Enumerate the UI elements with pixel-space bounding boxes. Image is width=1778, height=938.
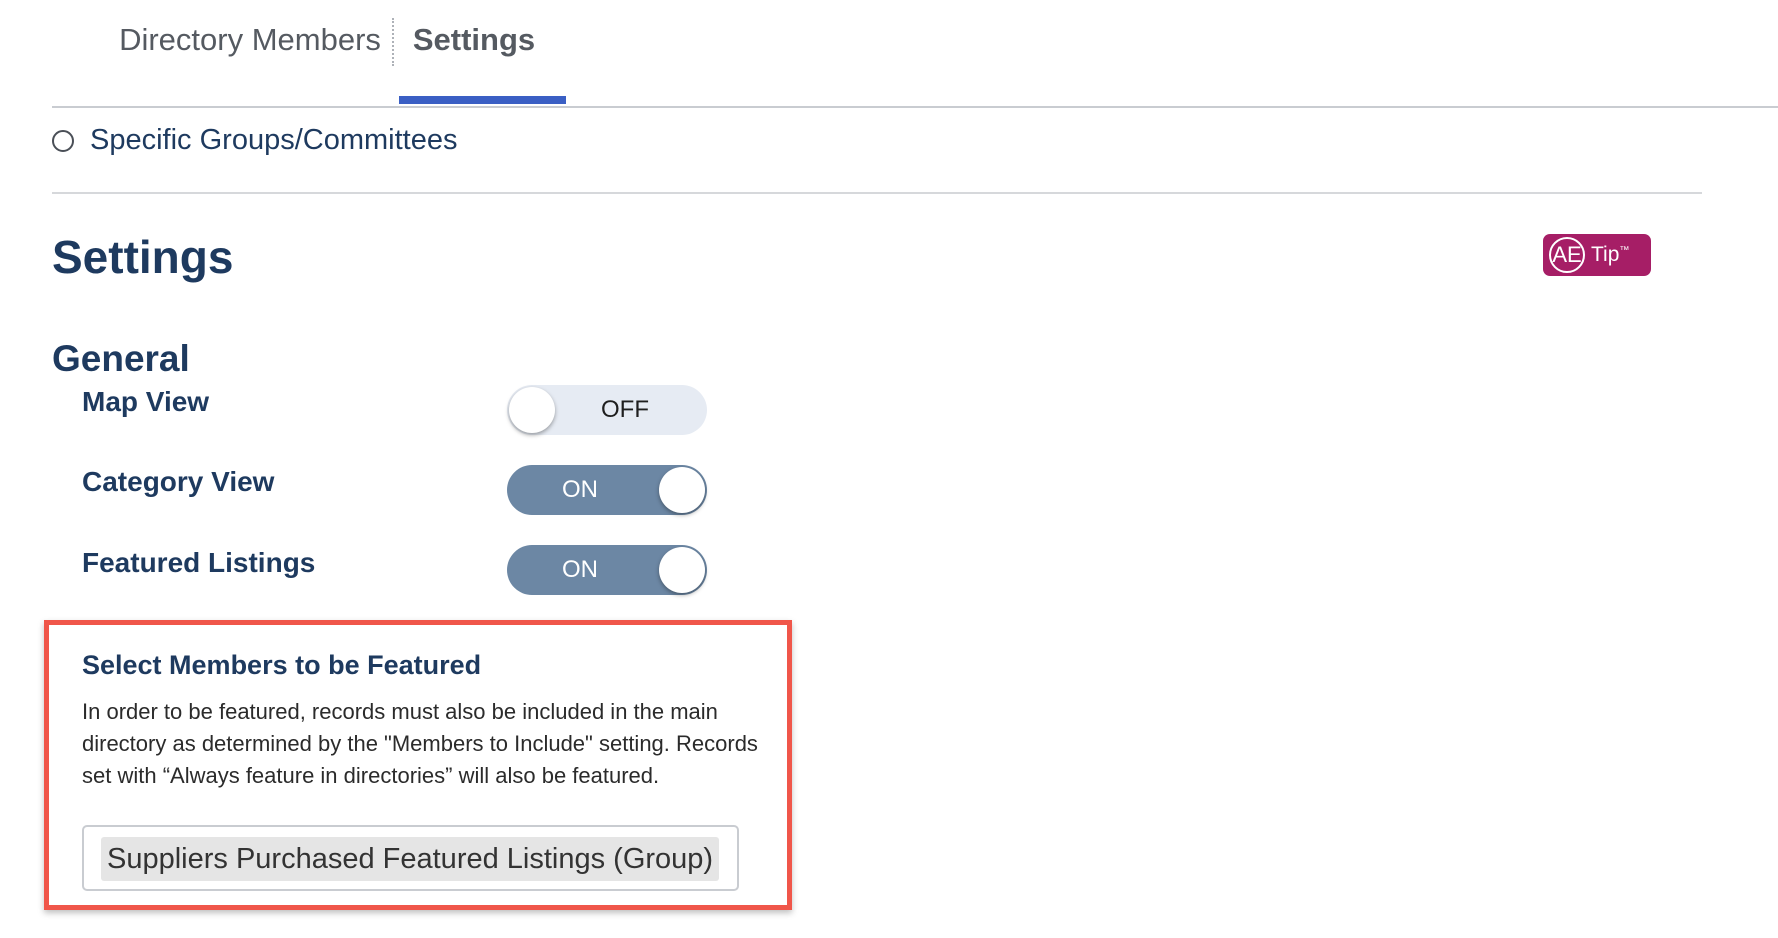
page-title: Settings	[52, 231, 234, 283]
radio-button[interactable]	[52, 129, 74, 152]
featured-members-select[interactable]: Suppliers Purchased Featured Listings (G…	[82, 825, 739, 891]
toggle-knob	[659, 547, 705, 593]
toggle-state: ON	[562, 476, 598, 503]
ae-tip-button[interactable]: AE Tip™	[1543, 234, 1651, 276]
selected-group-chip[interactable]: Suppliers Purchased Featured Listings (G…	[101, 837, 720, 881]
tab-settings[interactable]: Settings	[399, 0, 549, 92]
tab-divider	[392, 18, 394, 66]
tab-bar: Directory Members Settings	[52, 0, 1778, 108]
directory-settings-page: Directory Members Settings Specific Grou…	[0, 0, 1778, 938]
map-view-toggle[interactable]: OFF	[507, 385, 707, 435]
category-view-label: Category View	[82, 466, 275, 497]
featured-members-description: In order to be featured, records must al…	[82, 699, 758, 788]
map-view-label: Map View	[82, 386, 210, 417]
ae-tip-label: Tip™	[1591, 243, 1630, 266]
toggle-knob	[509, 387, 555, 433]
featured-listings-label: Featured Listings	[82, 547, 316, 578]
ae-logo-icon: AE	[1549, 237, 1585, 273]
trademark-symbol: ™	[1619, 245, 1630, 256]
radio-specific-groups[interactable]: Specific Groups/Committees	[52, 124, 457, 157]
toggle-state: ON	[562, 556, 598, 583]
general-heading: General	[52, 338, 190, 379]
tab-directory-members[interactable]: Directory Members	[92, 0, 408, 92]
featured-members-title: Select Members to be Featured	[82, 650, 482, 680]
radio-label: Specific Groups/Committees	[90, 124, 458, 156]
section-divider	[52, 192, 1702, 194]
toggle-knob	[659, 467, 705, 513]
category-view-toggle[interactable]: ON	[507, 465, 707, 515]
active-tab-indicator	[399, 96, 566, 104]
featured-listings-toggle[interactable]: ON	[507, 545, 707, 595]
toggle-state: OFF	[601, 396, 649, 423]
